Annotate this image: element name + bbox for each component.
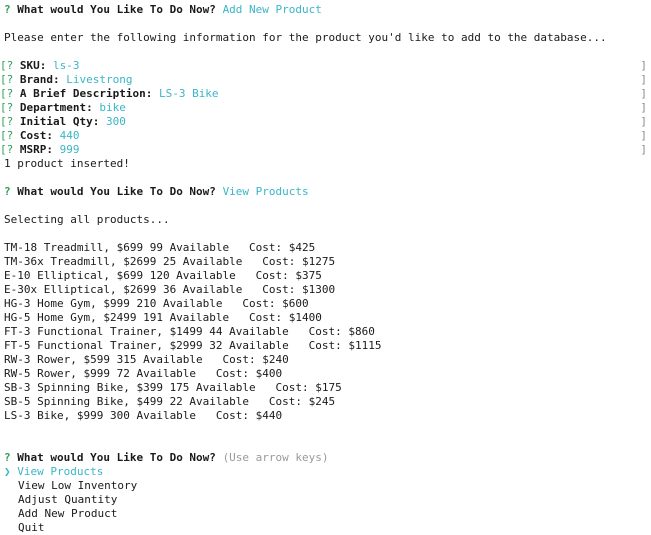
field-label: MSRP: — [19, 143, 53, 156]
bracket-right: ] — [640, 59, 647, 72]
terminal-output: ? What would You Like To Do Now? Add New… — [0, 3, 651, 535]
list-item: TM-18 Treadmill, $699 99 Available Cost:… — [4, 241, 316, 254]
list-item: SB-5 Spinning Bike, $499 22 Available Co… — [4, 395, 336, 408]
prompt-line-2: ? What would You Like To Do Now? View Pr… — [0, 185, 651, 199]
action-menu: ❯ View Products View Low Inventory Adjus… — [0, 465, 651, 535]
bracket-right: ] — [640, 87, 647, 100]
field-label: Cost: — [19, 129, 53, 142]
prompt-answer: Add New Product — [222, 3, 322, 16]
list-item: HG-3 Home Gym, $999 210 Available Cost: … — [4, 297, 309, 310]
bracket-question-icon: [? — [0, 143, 14, 156]
question-mark-icon: ? — [4, 451, 11, 464]
bracket-right: ] — [640, 115, 647, 128]
bracket-question-icon: [? — [0, 59, 14, 72]
field-label: SKU: — [19, 59, 47, 72]
menu-item-view-low-inventory[interactable]: View Low Inventory — [0, 479, 651, 493]
field-value: 300 — [105, 115, 126, 128]
bracket-question-icon: [? — [0, 101, 14, 114]
bracket-right: ] — [640, 73, 647, 86]
selecting-message: Selecting all products... — [4, 213, 170, 226]
field-value: bike — [99, 101, 126, 114]
list-item: RW-3 Rower, $599 315 Available Cost: $24… — [4, 353, 289, 366]
field-label: Department: — [19, 101, 93, 114]
form-field-brand: [? Brand: Livestrong] — [0, 73, 651, 87]
field-value: 440 — [59, 129, 80, 142]
menu-item-label: View Products — [17, 465, 104, 478]
field-value: LS-3 Bike — [158, 87, 219, 100]
prompt-answer: View Products — [222, 185, 309, 198]
prompt-line-3: ? What would You Like To Do Now? (Use ar… — [0, 451, 651, 465]
bracket-question-icon: [? — [0, 129, 14, 142]
menu-item-quit[interactable]: Quit — [0, 521, 651, 535]
bracket-right: ] — [640, 101, 647, 114]
list-item: TM-36x Treadmill, $2699 25 Available Cos… — [4, 255, 336, 268]
prompt-question: What would You Like To Do Now? — [17, 185, 216, 198]
form-field-sku: [? SKU: ls-3] — [0, 59, 651, 73]
form-field-description: [? A Brief Description: LS-3 Bike] — [0, 87, 651, 101]
form-field-cost: [? Cost: 440] — [0, 129, 651, 143]
form-field-msrp: [? MSRP: 999] — [0, 143, 651, 157]
list-item: FT-3 Functional Trainer, $1499 44 Availa… — [4, 325, 375, 338]
menu-item-view-products[interactable]: ❯ View Products — [0, 465, 651, 479]
list-item: E-30x Elliptical, $2699 36 Available Cos… — [4, 283, 336, 296]
inserted-message: 1 product inserted! — [4, 157, 130, 170]
prompt-line-1: ? What would You Like To Do Now? Add New… — [0, 3, 651, 17]
field-label: Brand: — [19, 73, 60, 86]
bracket-right: ] — [640, 143, 647, 156]
field-value: Livestrong — [66, 73, 133, 86]
field-value: ls-3 — [53, 59, 80, 72]
field-label: A Brief Description: — [19, 87, 153, 100]
list-item: LS-3 Bike, $999 300 Available Cost: $440 — [4, 409, 283, 422]
prompt-hint: (Use arrow keys) — [222, 451, 329, 464]
list-item: E-10 Elliptical, $699 120 Available Cost… — [4, 269, 322, 282]
field-label: Initial Qty: — [19, 115, 100, 128]
bracket-question-icon: [? — [0, 115, 14, 128]
bracket-question-icon: [? — [0, 87, 14, 100]
menu-item-add-new-product[interactable]: Add New Product — [0, 507, 651, 521]
list-item: HG-5 Home Gym, $2499 191 Available Cost:… — [4, 311, 322, 324]
list-item: RW-5 Rower, $999 72 Available Cost: $400 — [4, 367, 283, 380]
instructions-text: Please enter the following information f… — [4, 31, 607, 44]
form-field-initial-qty: [? Initial Qty: 300] — [0, 115, 651, 129]
field-value: 999 — [59, 143, 80, 156]
menu-item-adjust-quantity[interactable]: Adjust Quantity — [0, 493, 651, 507]
pointer-icon: ❯ — [4, 465, 11, 478]
product-list: TM-18 Treadmill, $699 99 Available Cost:… — [0, 241, 651, 423]
question-mark-icon: ? — [4, 3, 11, 16]
list-item: FT-5 Functional Trainer, $2999 32 Availa… — [4, 339, 382, 352]
question-mark-icon: ? — [4, 185, 11, 198]
bracket-right: ] — [640, 129, 647, 142]
list-item: SB-3 Spinning Bike, $399 175 Available C… — [4, 381, 342, 394]
prompt-question: What would You Like To Do Now? — [17, 3, 216, 16]
bracket-question-icon: [? — [0, 73, 14, 86]
prompt-question: What would You Like To Do Now? — [17, 451, 216, 464]
form-field-department: [? Department: bike] — [0, 101, 651, 115]
